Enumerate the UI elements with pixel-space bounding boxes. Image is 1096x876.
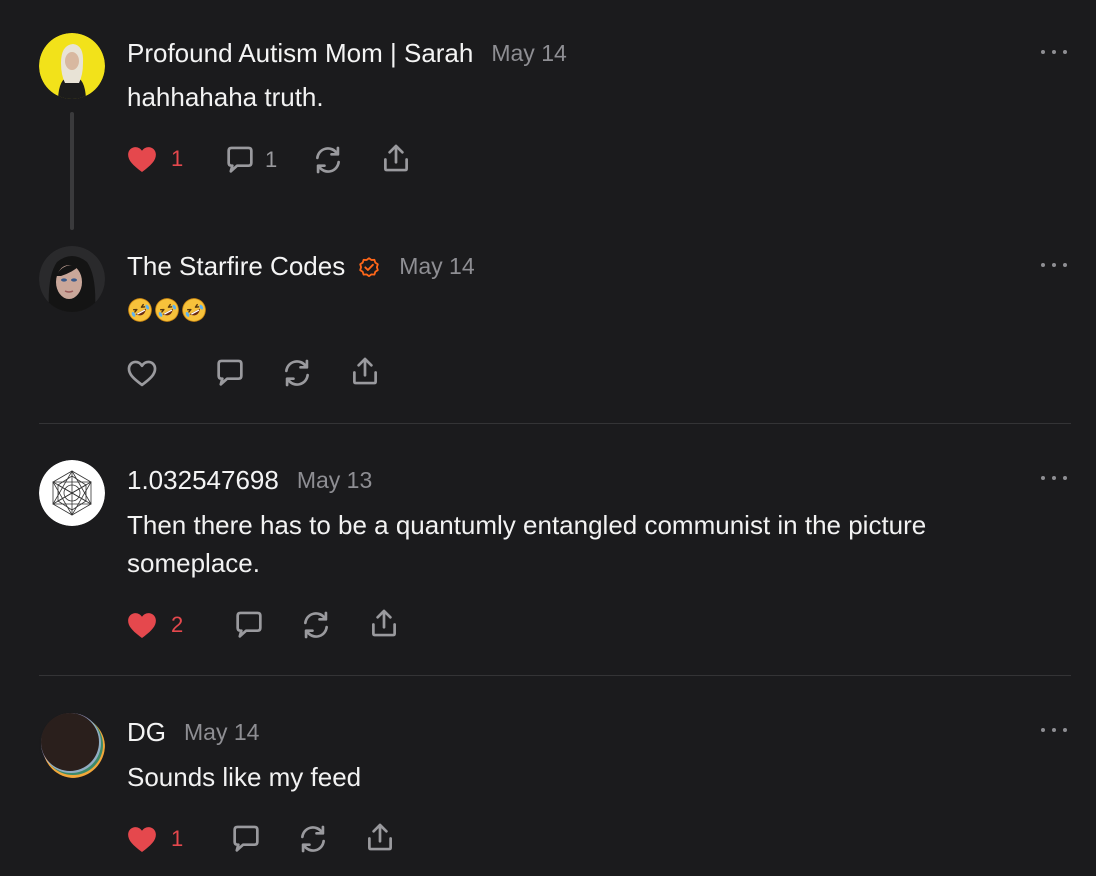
comment-item: Profound Autism Mom | Sarah May 14 hahha… [0, 0, 1096, 230]
reply-button[interactable] [229, 822, 263, 856]
comment-header: 1.032547698 May 13 [127, 465, 372, 496]
comment-feed: Profound Autism Mom | Sarah May 14 hahha… [0, 0, 1096, 876]
comment-date[interactable]: May 14 [184, 719, 259, 746]
comment-item: DG May 14 Sounds like my feed 1 [0, 676, 1096, 876]
comment-date[interactable]: May 14 [399, 253, 474, 280]
eclipse-avatar [39, 712, 105, 778]
avatar[interactable] [39, 33, 105, 99]
more-options-icon[interactable] [1041, 47, 1067, 57]
comment-header: DG May 14 [127, 717, 259, 748]
comment-actions: 2 [0, 608, 600, 644]
geometric-pattern-avatar [39, 460, 105, 526]
share-button[interactable] [367, 606, 401, 640]
comment-item: The Starfire Codes May 14 [0, 230, 1096, 423]
avatar[interactable] [39, 460, 105, 526]
like-count: 1 [171, 826, 184, 851]
restack-button[interactable] [296, 822, 330, 856]
rolling-on-floor-laughing-emoji [154, 297, 180, 323]
share-button[interactable] [348, 354, 382, 388]
comment-icon [223, 143, 257, 177]
author-name[interactable]: 1.032547698 [127, 465, 279, 496]
comment-actions [0, 355, 600, 391]
more-options-icon[interactable] [1041, 260, 1067, 270]
like-button[interactable]: 2 [125, 608, 183, 642]
like-button[interactable]: 1 [125, 142, 183, 176]
avatar[interactable] [39, 246, 105, 312]
restack-icon [280, 356, 314, 390]
avatar[interactable] [39, 712, 105, 778]
restack-icon [296, 822, 330, 856]
comment-item: 1.032547698 May 13 Then there has to be … [0, 424, 1096, 675]
comment-text [127, 297, 207, 323]
comment-actions: 1 [0, 822, 600, 858]
share-icon [379, 141, 413, 175]
comment-icon [229, 822, 263, 856]
heart-icon [125, 608, 159, 642]
reply-count: 1 [265, 147, 278, 172]
comment-icon [232, 608, 266, 642]
like-count: 1 [171, 146, 184, 171]
restack-icon [311, 143, 345, 177]
heart-icon [125, 356, 159, 390]
like-button[interactable] [125, 356, 159, 390]
restack-button[interactable] [299, 608, 333, 642]
restack-button[interactable] [280, 356, 314, 390]
comment-text: Sounds like my feed [127, 762, 362, 792]
share-button[interactable] [363, 820, 397, 854]
comment-date[interactable]: May 13 [297, 467, 372, 494]
heart-icon [125, 142, 159, 176]
restack-button[interactable] [311, 143, 345, 177]
like-button[interactable]: 1 [125, 822, 183, 856]
heart-icon [125, 822, 159, 856]
comment-header: The Starfire Codes May 14 [127, 251, 475, 282]
more-options-icon[interactable] [1041, 725, 1067, 735]
author-name[interactable]: The Starfire Codes [127, 251, 345, 282]
reply-button[interactable]: 1 [223, 143, 277, 177]
comment-icon [213, 356, 247, 390]
comment-text: Then there has to be a quantumly entangl… [127, 510, 927, 578]
author-name[interactable]: DG [127, 717, 166, 748]
reply-button[interactable] [213, 356, 247, 390]
reply-button[interactable] [232, 608, 266, 642]
dark-portrait-avatar [39, 246, 105, 312]
like-count: 2 [171, 612, 184, 637]
more-options-icon[interactable] [1041, 473, 1067, 483]
restack-icon [299, 608, 333, 642]
share-icon [363, 820, 397, 854]
share-button[interactable] [379, 141, 413, 175]
share-icon [348, 354, 382, 388]
comment-text: hahhahaha truth. [127, 82, 324, 112]
comment-date[interactable]: May 14 [491, 40, 566, 67]
verified-badge-icon [357, 255, 381, 279]
share-icon [367, 606, 401, 640]
comment-actions: 1 1 [0, 141, 600, 177]
rolling-on-floor-laughing-emoji [181, 297, 207, 323]
rolling-on-floor-laughing-emoji [127, 297, 153, 323]
yellow-portrait-avatar [39, 33, 105, 99]
comment-header: Profound Autism Mom | Sarah May 14 [127, 38, 567, 69]
author-name[interactable]: Profound Autism Mom | Sarah [127, 38, 473, 69]
